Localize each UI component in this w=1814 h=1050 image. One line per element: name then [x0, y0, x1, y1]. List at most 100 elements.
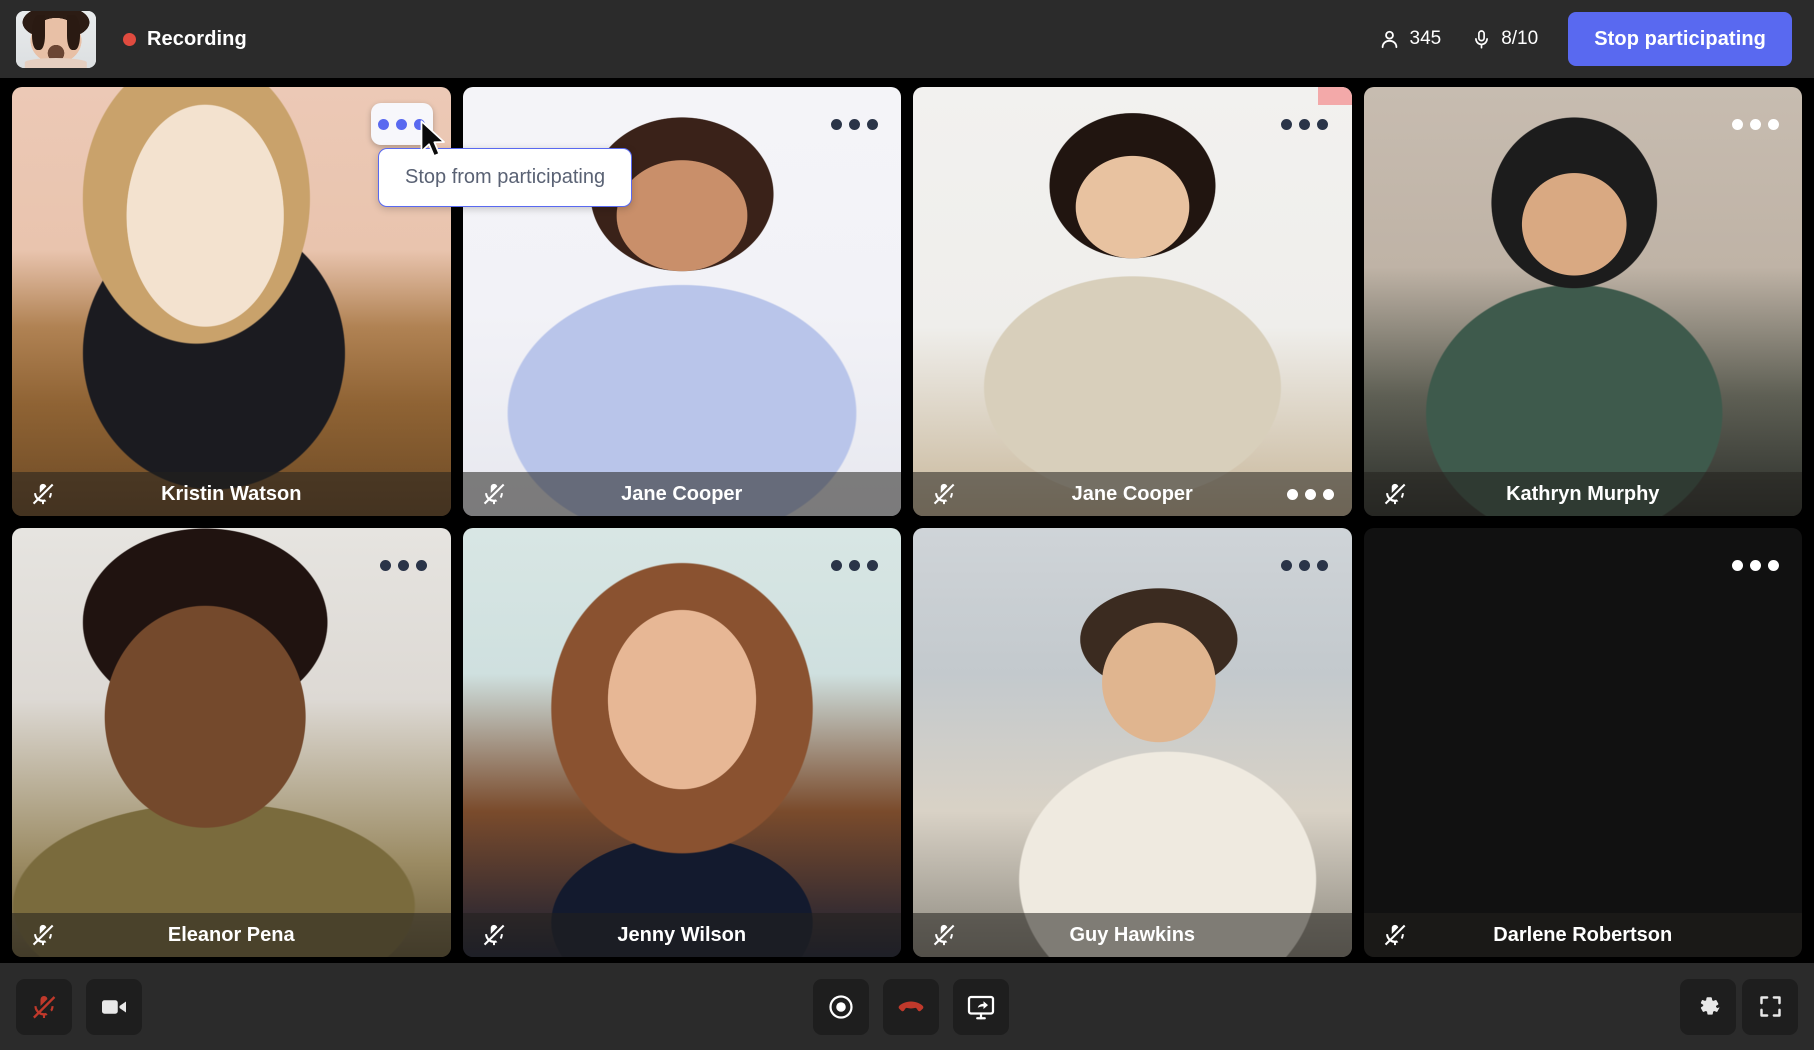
- menu-dot-icon: [380, 559, 391, 571]
- camera-button[interactable]: [86, 978, 142, 1035]
- tile-options-button[interactable]: [1280, 552, 1330, 578]
- menu-dot-icon: [1281, 118, 1292, 130]
- mic-muted-icon: [931, 481, 957, 507]
- gear-icon: [1695, 993, 1722, 1020]
- menu-dot-icon: [1749, 559, 1761, 571]
- toolbar-center-group: [813, 978, 1009, 1035]
- video-feed: [1364, 528, 1803, 957]
- tile-options-button[interactable]: [829, 111, 879, 137]
- mic-muted-icon: [1382, 922, 1408, 948]
- stop-participating-button[interactable]: Stop participating: [1568, 12, 1792, 66]
- video-feed: [12, 528, 451, 957]
- video-tile[interactable]: Kathryn Murphy: [1363, 87, 1802, 516]
- video-feed: [913, 87, 1352, 516]
- mic-count: 8/10: [1471, 28, 1538, 51]
- menu-dot-icon: [1317, 118, 1328, 130]
- self-avatar[interactable]: [16, 10, 96, 68]
- participant-name-bar: Darlene Robertson: [1363, 913, 1802, 957]
- mic-muted-icon: [1382, 481, 1408, 507]
- mic-muted-icon: [931, 922, 957, 948]
- menu-dot-icon: [1731, 118, 1743, 130]
- menu-dot-icon: [866, 118, 878, 130]
- bottom-toolbar: [0, 963, 1814, 1050]
- video-feed: [462, 528, 901, 957]
- video-tile[interactable]: Darlene Robertson: [1363, 528, 1803, 957]
- menu-dot-icon: [1281, 559, 1292, 571]
- video-call-app: Recording 345 8/10 Stop participating Kr…: [0, 0, 1814, 1050]
- avatar-hair-right: [67, 15, 80, 51]
- hangup-icon: [896, 992, 926, 1022]
- avatar-shoulders: [24, 58, 88, 68]
- avatar-hair-left: [32, 15, 45, 51]
- participant-name-bar: Kathryn Murphy: [1363, 472, 1802, 516]
- menu-dot-icon: [396, 118, 407, 130]
- menu-dot-icon: [830, 118, 842, 130]
- screen-share-button[interactable]: [953, 978, 1009, 1035]
- microphone-muted-icon: [30, 993, 58, 1021]
- menu-dot-icon: [1767, 559, 1779, 571]
- participant-name: Kristin Watson: [161, 482, 302, 505]
- menu-dot-icon: [416, 559, 427, 571]
- tile-options-button[interactable]: [379, 552, 429, 578]
- toolbar-left-group: [16, 978, 142, 1035]
- participant-name: Jenny Wilson: [617, 923, 747, 946]
- fullscreen-button[interactable]: [1742, 978, 1798, 1035]
- menu-dot-icon: [866, 559, 878, 571]
- menu-dot-icon: [1304, 488, 1316, 500]
- stop-from-participating-tooltip[interactable]: Stop from participating: [378, 148, 633, 207]
- tile-corner-accent: [1317, 87, 1352, 105]
- toolbar-right-group: [1680, 978, 1798, 1035]
- video-tile[interactable]: Jane Cooper: [913, 87, 1352, 516]
- video-tile[interactable]: Eleanor Pena: [12, 528, 451, 957]
- tile-options-button[interactable]: [1280, 111, 1330, 137]
- participant-name: Darlene Robertson: [1493, 923, 1673, 946]
- recording-label: Recording: [147, 27, 247, 50]
- menu-dot-icon: [1749, 118, 1761, 130]
- mic-muted-icon: [30, 922, 56, 948]
- participant-name-bar: Jane Cooper: [462, 472, 901, 516]
- menu-dot-icon: [848, 559, 860, 571]
- record-button[interactable]: [813, 978, 869, 1035]
- participant-name-bar: Guy Hawkins: [913, 913, 1352, 957]
- menu-dot-icon: [1299, 559, 1310, 571]
- video-tile[interactable]: Guy Hawkins: [913, 528, 1352, 957]
- tile-options-button[interactable]: [1730, 552, 1780, 578]
- microphone-muted-button[interactable]: [16, 978, 72, 1035]
- person-icon: [1378, 28, 1401, 51]
- tile-options-button[interactable]: [829, 552, 879, 578]
- menu-dot-icon: [830, 559, 842, 571]
- participant-name: Kathryn Murphy: [1506, 482, 1660, 505]
- video-feed: [913, 528, 1352, 957]
- tile-namebar-options-button[interactable]: [1286, 488, 1334, 500]
- menu-dot-icon: [848, 118, 860, 130]
- recording-dot-icon: [123, 32, 136, 46]
- tile-options-button[interactable]: [1730, 111, 1780, 137]
- tile-options-button[interactable]: [370, 103, 433, 145]
- menu-dot-icon: [1299, 118, 1310, 130]
- participant-name-bar: Eleanor Pena: [12, 913, 451, 957]
- menu-dot-icon: [1731, 559, 1743, 571]
- participant-name-bar: Jane Cooper: [913, 472, 1352, 516]
- video-feed: [1363, 87, 1802, 516]
- screen-share-icon: [966, 992, 996, 1022]
- participants-count-value: 345: [1409, 28, 1442, 49]
- video-tile[interactable]: Jenny Wilson: [462, 528, 901, 957]
- mic-muted-icon: [481, 922, 507, 948]
- top-bar: Recording 345 8/10 Stop participating: [0, 0, 1814, 78]
- participant-name-bar: Jenny Wilson: [462, 913, 901, 957]
- participant-name: Guy Hawkins: [1069, 923, 1196, 946]
- participant-name: Jane Cooper: [621, 482, 743, 505]
- microphone-icon: [1471, 28, 1492, 51]
- menu-dot-icon: [398, 559, 409, 571]
- menu-dot-icon: [1286, 488, 1298, 500]
- camera-icon: [99, 992, 129, 1022]
- settings-button[interactable]: [1680, 978, 1736, 1035]
- menu-dot-icon: [1767, 118, 1779, 130]
- menu-dot-icon: [414, 118, 425, 130]
- menu-dot-icon: [1322, 488, 1334, 500]
- top-bar-right-controls: 345 8/10 Stop participating: [1378, 12, 1792, 66]
- menu-dot-icon: [378, 118, 389, 130]
- record-icon: [827, 993, 855, 1021]
- hangup-button[interactable]: [883, 978, 939, 1035]
- participants-count: 345: [1378, 28, 1442, 51]
